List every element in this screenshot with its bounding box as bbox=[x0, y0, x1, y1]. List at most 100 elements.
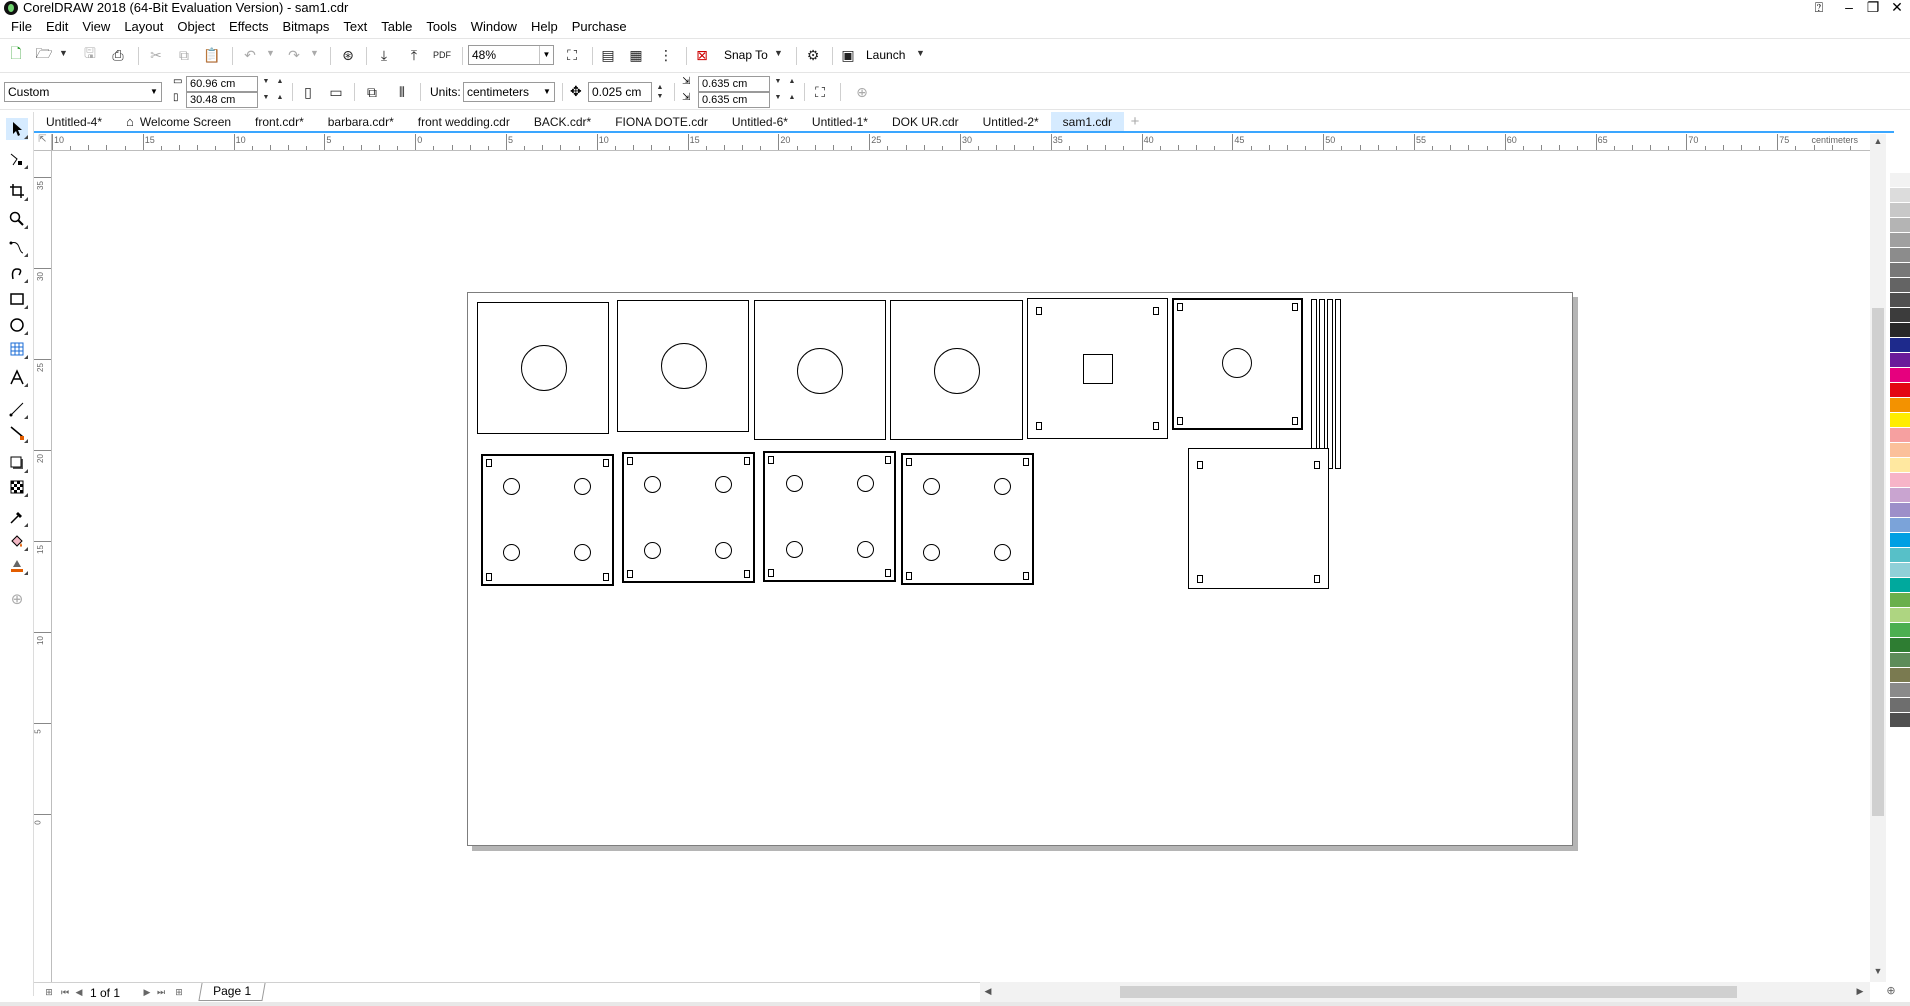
circle-hole[interactable] bbox=[857, 541, 874, 558]
minimize-button[interactable]: – bbox=[1838, 0, 1860, 16]
panel-circle-marked[interactable] bbox=[1172, 298, 1303, 430]
tab-sam1[interactable]: sam1.cdr bbox=[1050, 112, 1125, 131]
page-tab-page-1[interactable]: Page 1 bbox=[198, 983, 266, 1001]
crop-tool-icon[interactable] bbox=[6, 180, 28, 202]
color-swatch[interactable] bbox=[1890, 578, 1910, 593]
spin-icon[interactable]: ▲ bbox=[786, 78, 798, 86]
circle-hole[interactable] bbox=[994, 544, 1011, 561]
import-icon[interactable]: ⤓ bbox=[374, 45, 394, 65]
nudge-distance-field[interactable]: 0.025 cm bbox=[588, 82, 652, 102]
color-swatch[interactable] bbox=[1890, 623, 1910, 638]
color-swatch[interactable] bbox=[1890, 458, 1910, 473]
circle-hole[interactable] bbox=[715, 542, 732, 559]
parallel-dimension-tool-icon[interactable] bbox=[6, 398, 28, 420]
color-swatch[interactable] bbox=[1890, 608, 1910, 623]
panel-circle-3[interactable] bbox=[754, 300, 886, 440]
chevron-down-icon[interactable]: ▼ bbox=[540, 83, 554, 101]
artistic-media-tool-icon[interactable] bbox=[6, 262, 28, 284]
menu-tools[interactable]: Tools bbox=[419, 17, 463, 37]
color-swatch[interactable] bbox=[1890, 563, 1910, 578]
ruler-origin-icon[interactable]: ⇱ bbox=[34, 134, 52, 151]
spin-icon[interactable]: ▲ bbox=[654, 84, 666, 92]
add-toolbar-item-icon[interactable]: ⊕ bbox=[852, 82, 872, 102]
panel-square-hole[interactable] bbox=[1027, 298, 1168, 439]
all-pages-icon[interactable]: ⧉ bbox=[362, 82, 382, 102]
launch-dropdown-icon[interactable]: ▼ bbox=[916, 48, 925, 58]
transparency-tool-icon[interactable] bbox=[6, 476, 28, 498]
color-swatch[interactable] bbox=[1890, 158, 1910, 173]
pick-tool-icon[interactable] bbox=[6, 118, 28, 140]
vertical-scroll-thumb[interactable] bbox=[1872, 308, 1884, 816]
circle-hole[interactable] bbox=[644, 542, 661, 559]
close-button[interactable]: ✕ bbox=[1886, 0, 1908, 16]
panel-four-circles-4[interactable] bbox=[901, 453, 1034, 585]
menu-file[interactable]: File bbox=[4, 17, 39, 37]
launch-icon[interactable]: ▣ bbox=[838, 45, 858, 65]
chevron-down-icon[interactable]: ▼ bbox=[147, 83, 161, 101]
current-page-icon[interactable]: ⫴ bbox=[392, 82, 412, 102]
horizontal-scroll-thumb[interactable] bbox=[1120, 986, 1737, 998]
redo-dropdown-icon[interactable]: ▼ bbox=[310, 48, 319, 58]
zoom-tool-icon[interactable] bbox=[6, 208, 28, 230]
side-strip[interactable] bbox=[1319, 299, 1325, 469]
undo-icon[interactable]: ↶ bbox=[240, 45, 260, 65]
menu-table[interactable]: Table bbox=[374, 17, 419, 37]
panel-blank-marked[interactable] bbox=[1188, 448, 1329, 589]
color-swatch[interactable] bbox=[1890, 473, 1910, 488]
color-swatch[interactable] bbox=[1890, 488, 1910, 503]
spin-icon[interactable]: ▼ bbox=[260, 78, 272, 86]
spin-icon[interactable]: ▲ bbox=[786, 94, 798, 102]
last-page-icon[interactable]: ⏭ bbox=[154, 986, 168, 1000]
color-swatch[interactable] bbox=[1890, 353, 1910, 368]
smart-fill-tool-icon[interactable] bbox=[6, 554, 28, 576]
tab-back[interactable]: BACK.cdr* bbox=[522, 112, 603, 131]
panel-circle-1[interactable] bbox=[477, 302, 609, 434]
circle-hole[interactable] bbox=[503, 544, 520, 561]
circle-hole[interactable] bbox=[923, 478, 940, 495]
color-swatch[interactable] bbox=[1890, 533, 1910, 548]
bleed-icon[interactable]: ⛶ bbox=[810, 82, 830, 102]
color-swatch[interactable] bbox=[1890, 698, 1910, 713]
cut-icon[interactable]: ✂ bbox=[146, 45, 166, 65]
color-swatch[interactable] bbox=[1890, 683, 1910, 698]
ellipse-tool-icon[interactable] bbox=[6, 314, 28, 336]
color-swatch[interactable] bbox=[1890, 593, 1910, 608]
add-page-after-icon[interactable]: ⊞ bbox=[172, 986, 186, 1000]
export-icon[interactable]: ⤒ bbox=[404, 45, 424, 65]
zoom-level-combo[interactable]: 48% ▼ bbox=[468, 45, 554, 65]
color-swatch[interactable] bbox=[1890, 548, 1910, 563]
horizontal-ruler[interactable]: centimeters 10 15 10 5 0 5 10 15 20 25 30 35 40 45 50 5… bbox=[52, 134, 1870, 151]
scroll-down-icon[interactable]: ▼ bbox=[1870, 966, 1886, 976]
table-tool-icon[interactable] bbox=[6, 338, 28, 360]
page-width-field[interactable]: 60.96 cm bbox=[186, 76, 258, 92]
color-swatch[interactable] bbox=[1890, 443, 1910, 458]
circle-hole[interactable] bbox=[797, 348, 843, 394]
tab-untitled-1[interactable]: Untitled-1* bbox=[800, 112, 880, 131]
color-swatch[interactable] bbox=[1890, 503, 1910, 518]
tab-fiona-dote[interactable]: FIONA DOTE.cdr bbox=[603, 112, 720, 131]
freehand-tool-icon[interactable] bbox=[6, 236, 28, 258]
side-strip[interactable] bbox=[1335, 299, 1341, 469]
circle-hole[interactable] bbox=[786, 541, 803, 558]
save-icon[interactable]: 🖫 bbox=[80, 45, 100, 65]
first-page-icon[interactable]: ⏮ bbox=[58, 986, 72, 1000]
launch-label[interactable]: Launch bbox=[866, 48, 905, 62]
duplicate-x-field[interactable]: 0.635 cm bbox=[698, 76, 770, 92]
snap-off-icon[interactable]: ⊠ bbox=[692, 45, 712, 65]
eyedropper-tool-icon[interactable] bbox=[6, 506, 28, 528]
help-icon[interactable]: ⍰ bbox=[1808, 0, 1830, 16]
scroll-up-icon[interactable]: ▲ bbox=[1870, 136, 1886, 146]
zoom-navigator-icon[interactable]: ⊕ bbox=[1884, 985, 1898, 999]
rectangle-tool-icon[interactable] bbox=[6, 288, 28, 310]
interactive-fill-tool-icon[interactable] bbox=[6, 530, 28, 552]
add-tool-icon[interactable]: ⊕ bbox=[6, 588, 28, 610]
add-page-before-icon[interactable]: ⊞ bbox=[42, 986, 56, 1000]
color-swatch[interactable] bbox=[1890, 323, 1910, 338]
spin-icon[interactable]: ▲ bbox=[274, 78, 286, 86]
circle-hole[interactable] bbox=[857, 475, 874, 492]
side-strip[interactable] bbox=[1327, 299, 1333, 469]
panel-four-circles-1[interactable] bbox=[481, 454, 614, 586]
color-swatch[interactable] bbox=[1890, 248, 1910, 263]
spin-icon[interactable]: ▼ bbox=[260, 94, 272, 102]
duplicate-y-field[interactable]: 0.635 cm bbox=[698, 92, 770, 108]
